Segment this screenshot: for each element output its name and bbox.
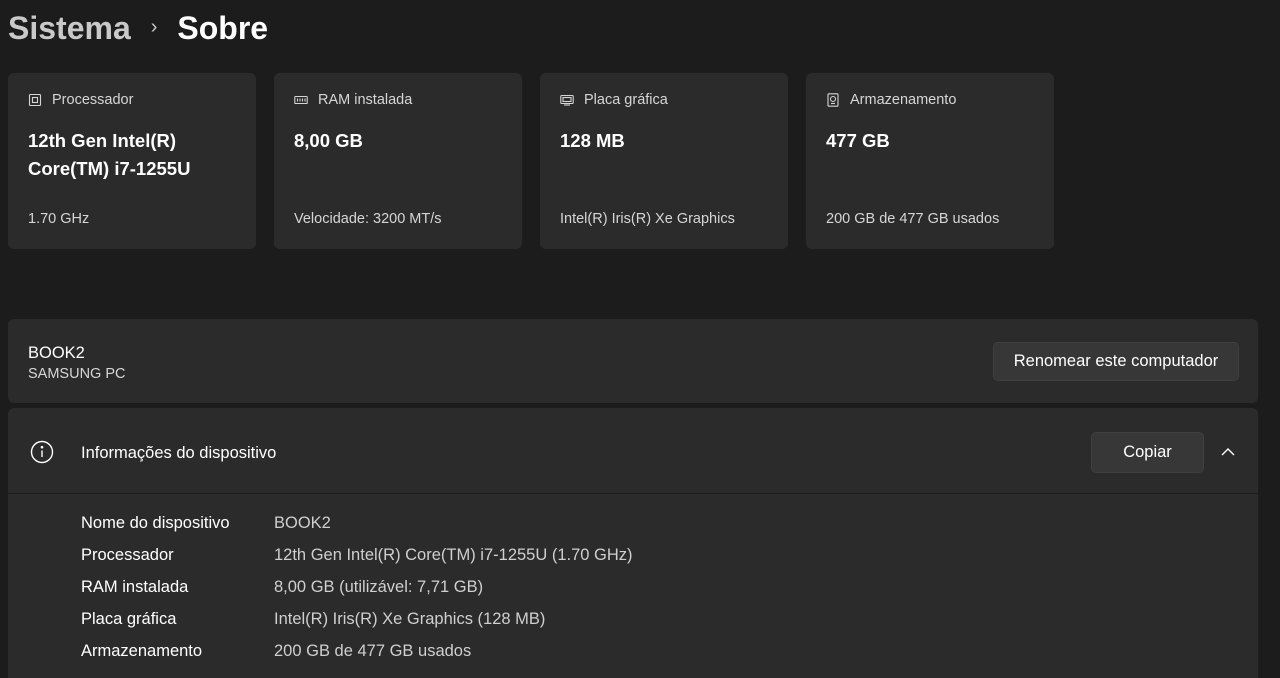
card-processor: Processador 12th Gen Intel(R) Core(TM) i… [8, 73, 256, 249]
processor-icon [28, 93, 42, 107]
spec-row: RAM instalada 8,00 GB (utilizável: 7,71 … [81, 571, 633, 603]
graphics-card-icon [560, 93, 574, 107]
spec-label: Placa gráfica [81, 609, 177, 628]
card-value: 8,00 GB [294, 130, 363, 151]
spec-cards: Processador 12th Gen Intel(R) Core(TM) i… [8, 73, 1054, 249]
card-value: 12th Gen Intel(R) Core(TM) i7-1255U [28, 130, 191, 179]
card-value: 128 MB [560, 130, 625, 151]
card-label: Armazenamento [850, 92, 957, 108]
computer-name: BOOK2 [28, 344, 85, 362]
page-title: Sobre [177, 9, 269, 46]
spec-value: Intel(R) Iris(R) Xe Graphics (128 MB) [274, 609, 546, 628]
spec-row: Processador 12th Gen Intel(R) Core(TM) i… [81, 539, 633, 571]
device-info-panel: Informações do dispositivo Copiar Nome d… [8, 408, 1258, 678]
card-ram: RAM instalada 8,00 GB Velocidade: 3200 M… [274, 73, 522, 249]
spec-value: 8,00 GB (utilizável: 7,71 GB) [274, 577, 484, 596]
spec-value: 12th Gen Intel(R) Core(TM) i7-1255U (1.7… [274, 545, 633, 564]
breadcrumb: Sistema › Sobre [8, 6, 268, 50]
card-subtext: Intel(R) Iris(R) Xe Graphics [560, 211, 735, 227]
computer-name-panel: BOOK2 SAMSUNG PC Renomear este computado… [8, 319, 1258, 403]
card-subtext: 1.70 GHz [28, 211, 90, 227]
spec-row: Placa gráfica Intel(R) Iris(R) Xe Graphi… [81, 603, 633, 635]
ram-icon [294, 93, 308, 107]
spec-label: Processador [81, 545, 174, 564]
breadcrumb-separator-icon: › [150, 15, 158, 38]
device-info-title: Informações do dispositivo [81, 444, 277, 462]
spec-value: 200 GB de 477 GB usados [274, 641, 472, 660]
spec-row: Nome do dispositivo BOOK2 [81, 507, 633, 539]
spec-label: Armazenamento [81, 641, 203, 660]
spec-list: Nome do dispositivo BOOK2 Processador 12… [81, 507, 633, 667]
breadcrumb-parent[interactable]: Sistema [8, 10, 131, 47]
card-label: Processador [52, 92, 134, 108]
card-subtext: Velocidade: 3200 MT/s [294, 211, 442, 227]
card-graphics: Placa gráfica 128 MB Intel(R) Iris(R) Xe… [540, 73, 788, 249]
card-value: 477 GB [826, 130, 890, 151]
computer-model: SAMSUNG PC [28, 366, 126, 382]
copy-button[interactable]: Copiar [1091, 432, 1204, 473]
spec-label: RAM instalada [81, 577, 189, 596]
card-storage: Armazenamento 477 GB 200 GB de 477 GB us… [806, 73, 1054, 249]
info-icon [30, 440, 54, 464]
device-info-header[interactable]: Informações do dispositivo Copiar [8, 408, 1258, 494]
card-label: RAM instalada [318, 92, 413, 108]
storage-icon [826, 93, 840, 107]
card-subtext: 200 GB de 477 GB usados [826, 211, 1000, 227]
rename-computer-button[interactable]: Renomear este computador [993, 342, 1239, 381]
spec-label: Nome do dispositivo [81, 513, 230, 532]
chevron-up-icon[interactable] [1220, 444, 1236, 460]
card-label: Placa gráfica [584, 92, 668, 108]
spec-value: BOOK2 [274, 513, 331, 532]
spec-row: Armazenamento 200 GB de 477 GB usados [81, 635, 633, 667]
